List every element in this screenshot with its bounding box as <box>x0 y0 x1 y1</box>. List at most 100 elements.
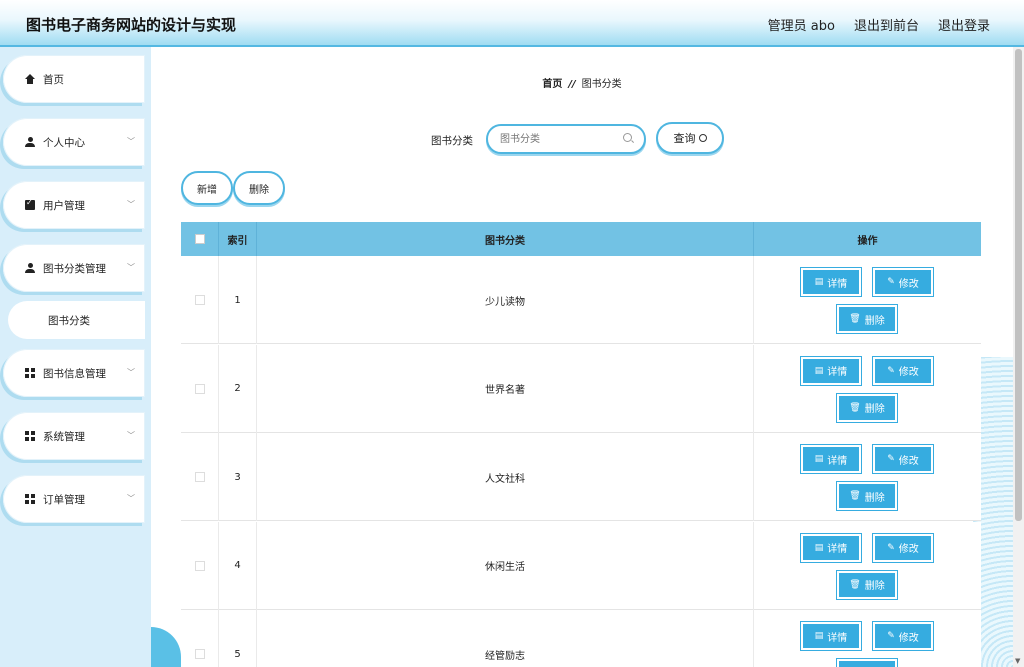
detail-button-label: 详情 <box>827 544 848 555</box>
sidebar-item-label: 个人中心 <box>43 136 85 149</box>
pencil-icon: ✎ <box>887 542 895 553</box>
breadcrumb-separator: // <box>568 79 576 90</box>
edit-button[interactable]: ✎ 修改 <box>872 621 934 651</box>
delete-button-label: 删除 <box>864 404 885 415</box>
sidebar: 首页 个人中心 ﹀ 用户管理 ﹀ 图书分类管理 ﹀ 图书分类 图书信息管理 ﹀ … <box>0 47 151 667</box>
delete-button-label: 删除 <box>864 581 885 592</box>
grid-icon <box>25 368 35 378</box>
sidebar-item-book-info[interactable]: 图书信息管理 ﹀ <box>3 349 145 397</box>
chevron-down-icon: ﹀ <box>127 431 135 440</box>
sidebar-item-label: 用户管理 <box>43 199 85 212</box>
row-check-cell <box>181 521 219 610</box>
breadcrumb: 首页 // 图书分类 <box>151 75 1013 90</box>
table-header: 索引 图书分类 操作 <box>181 222 981 256</box>
exit-to-front-link[interactable]: 退出到前台 <box>854 15 919 34</box>
main-content: 首页 // 图书分类 图书分类 查询 新增 删除 索引 图书分类 操作 1少儿读物 ▤… <box>151 47 1013 667</box>
chevron-down-icon: ﹀ <box>127 137 135 146</box>
delete-button[interactable]: 🗑删除 <box>836 304 898 334</box>
sidebar-item-label: 图书信息管理 <box>43 367 106 380</box>
row-category: 世界名著 <box>257 344 754 433</box>
scroll-down-arrow[interactable]: ▼ <box>1015 657 1020 665</box>
delete-button-label: 删除 <box>864 315 885 327</box>
delete-button[interactable]: 🗑删除 <box>836 569 898 600</box>
sidebar-item-label: 订单管理 <box>43 493 85 506</box>
batch-delete-button[interactable]: 删除 <box>233 171 285 205</box>
search-label: 图书分类 <box>431 135 473 147</box>
row-check-cell <box>181 256 219 344</box>
edit-button[interactable]: ✎ 修改 <box>872 267 934 297</box>
scroll-thumb[interactable] <box>1015 49 1022 521</box>
document-icon: ▤ <box>814 542 824 553</box>
table-row: 3 人文社科 ▤ 详情 ✎ 修改 🗑 删除 <box>181 433 981 521</box>
row-checkbox[interactable] <box>194 472 205 482</box>
home-icon <box>25 74 35 84</box>
pencil-icon: ✎ <box>887 454 895 464</box>
page-scrollbar[interactable]: ▼ <box>1013 47 1024 667</box>
delete-button-label: 删除 <box>864 492 885 504</box>
detail-button-label: 详情 <box>827 455 848 467</box>
edit-button[interactable]: ✎ 修改 <box>872 355 934 386</box>
edit-button[interactable]: ✎ 修改 <box>872 532 934 563</box>
edit-button-label: 修改 <box>898 632 919 644</box>
detail-button[interactable]: ▤ 详情 <box>800 532 862 563</box>
search-input[interactable] <box>500 126 625 152</box>
detail-button[interactable]: ▤ 详情 <box>800 621 862 651</box>
query-button-label: 查询 <box>673 132 696 145</box>
sidebar-item-label: 系统管理 <box>43 430 85 443</box>
trash-icon: 🗑 <box>849 314 861 324</box>
logout-link[interactable]: 退出登录 <box>938 15 990 34</box>
trash-icon: 🗑 <box>849 402 861 413</box>
row-checkbox[interactable] <box>194 295 205 305</box>
row-check-cell <box>181 433 219 521</box>
trash-icon: 🗑 <box>849 491 861 501</box>
document-icon: ▤ <box>814 454 824 464</box>
search-icon <box>698 134 707 142</box>
breadcrumb-current: 图书分类 <box>581 79 622 90</box>
row-category: 经管励志 <box>257 610 754 667</box>
sidebar-item-profile[interactable]: 个人中心 ﹀ <box>3 118 145 166</box>
query-button[interactable]: 查询 <box>656 122 724 154</box>
row-index: 2 <box>219 344 257 433</box>
sidebar-item-label: 图书分类管理 <box>43 262 106 275</box>
detail-button-label: 详情 <box>827 278 848 290</box>
document-icon: ▤ <box>814 277 824 287</box>
delete-button[interactable]: 🗑删除 <box>836 481 898 511</box>
detail-button[interactable]: ▤ 详情 <box>800 355 862 386</box>
pencil-icon: ✎ <box>887 277 895 287</box>
delete-button[interactable]: 🗑删除 <box>836 658 898 667</box>
row-check-cell <box>181 344 219 433</box>
row-checkbox[interactable] <box>194 560 205 571</box>
chevron-down-icon: ﹀ <box>127 368 135 377</box>
search-box[interactable] <box>486 124 646 154</box>
table-row: 2 世界名著 ▤ 详情 ✎ 修改 🗑 删除 <box>181 344 981 433</box>
submenu-item-book-category[interactable]: 图书分类 <box>8 301 145 339</box>
sidebar-item-book-category[interactable]: 图书分类管理 ﹀ <box>3 244 145 292</box>
app-title: 图书电子商务网站的设计与实现 <box>26 16 237 34</box>
clipboard-icon <box>25 198 35 210</box>
select-all-checkbox[interactable] <box>194 234 205 244</box>
edit-button[interactable]: ✎ 修改 <box>872 444 934 474</box>
sidebar-item-orders[interactable]: 订单管理 ﹀ <box>3 475 145 523</box>
detail-button[interactable]: ▤ 详情 <box>800 267 862 297</box>
breadcrumb-home[interactable]: 首页 <box>542 79 562 90</box>
delete-button[interactable]: 🗑删除 <box>836 392 898 423</box>
current-user: 管理员 abo <box>767 19 835 34</box>
column-header-actions: 操作 <box>857 235 878 247</box>
table-row: 5经管励志 ▤详情 ✎修改 🗑删除 <box>181 610 981 667</box>
sidebar-item-users[interactable]: 用户管理 ﹀ <box>3 181 145 229</box>
detail-button[interactable]: ▤ 详情 <box>800 444 862 474</box>
pencil-icon: ✎ <box>887 365 895 376</box>
document-icon: ▤ <box>814 365 824 376</box>
add-button[interactable]: 新增 <box>181 171 233 205</box>
sidebar-item-home[interactable]: 首页 <box>3 55 145 103</box>
document-icon: ▤ <box>814 631 824 641</box>
column-header-category: 图书分类 <box>257 222 754 256</box>
decorative-wave-left <box>151 627 181 667</box>
table-row: 1 少儿读物 ▤ 详情 ✎ 修改 🗑 删除 <box>181 256 981 344</box>
row-index: 1 <box>219 256 257 344</box>
row-checkbox[interactable] <box>194 383 205 394</box>
row-category: 少儿读物 <box>257 256 754 344</box>
table-row: 4 休闲生活 ▤ 详情 ✎ 修改 🗑 删除 <box>181 521 981 610</box>
row-checkbox[interactable] <box>194 649 205 659</box>
sidebar-item-system[interactable]: 系统管理 ﹀ <box>3 412 145 460</box>
